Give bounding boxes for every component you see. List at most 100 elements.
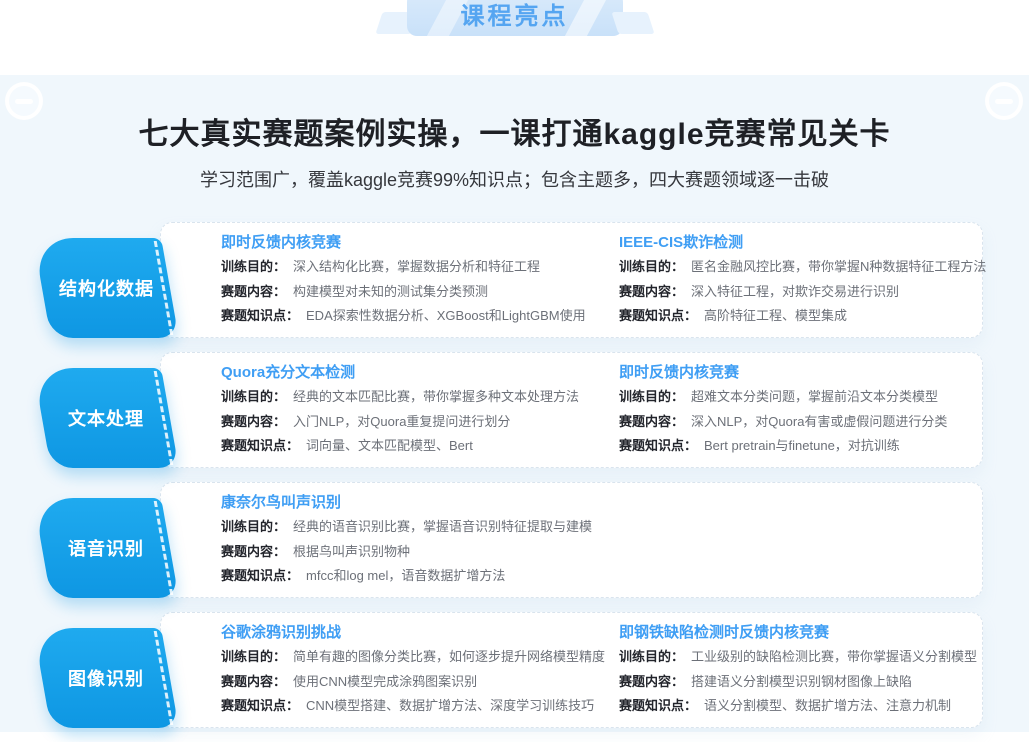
course-detail-line: 训练目的：经典的文本匹配比赛，带你掌握多种文本处理方法 bbox=[221, 385, 579, 410]
minus-circle-icon bbox=[5, 82, 43, 120]
course-card-column: Quora充分文本检测 训练目的：经典的文本匹配比赛，带你掌握多种文本处理方法 … bbox=[221, 362, 579, 459]
category-tag-label: 文本处理 bbox=[68, 405, 144, 431]
course-detail-line: 赛题知识点： Bert pretrain与finetune，对抗训练 bbox=[619, 434, 947, 459]
course-detail-line: 赛题内容： 搭建语义分割模型识别钢材图像上缺陷 bbox=[619, 670, 977, 695]
detail-value: 深入结构化比赛，掌握数据分析和特征工程 bbox=[293, 259, 540, 274]
course-detail-line: 赛题知识点： EDA探索性数据分析、XGBoost和LightGBM使用 bbox=[221, 304, 586, 329]
row-speech-recognition: 语音识别 康奈尔鸟叫声识别 训练目的：经典的语音识别比赛，掌握语音识别特征提取与… bbox=[0, 482, 1029, 598]
course-title-link[interactable]: 即钢铁缺陷检测时反馈内核竞赛 bbox=[619, 622, 977, 644]
course-detail-line: 训练目的： 简单有趣的图像分类比赛，如何逐步提升网络模型精度 bbox=[221, 645, 605, 670]
category-tag-structured-data: 结构化数据 bbox=[33, 238, 179, 338]
minus-icon bbox=[995, 99, 1013, 104]
course-title-link[interactable]: 即时反馈内核竞赛 bbox=[619, 362, 947, 384]
course-card-column: 即钢铁缺陷检测时反馈内核竞赛 训练目的： 工业级别的缺陷检测比赛，带你掌握语义分割… bbox=[619, 622, 977, 719]
course-title-link[interactable]: 谷歌涂鸦识别挑战 bbox=[221, 622, 605, 644]
category-tag-label: 图像识别 bbox=[68, 665, 144, 691]
detail-value: 语义分割模型、数据扩增方法、注意力机制 bbox=[704, 698, 951, 713]
detail-value: mfcc和log mel，语音数据扩增方法 bbox=[306, 568, 505, 583]
course-detail-line: 赛题内容： 使用CNN模型完成涂鸦图案识别 bbox=[221, 670, 605, 695]
course-card-column: IEEE-CIS欺诈检测 训练目的： 匿名金融风控比赛，带你掌握N种数据特征工程方… bbox=[619, 232, 986, 329]
detail-label: 赛题知识点： bbox=[221, 308, 299, 323]
page-title: 七大真实赛题案例实操，一课打通kaggle竞赛常见关卡 bbox=[0, 75, 1029, 153]
category-tag-speech-recognition: 语音识别 bbox=[33, 498, 179, 598]
row-structured-data: 结构化数据 即时反馈内核竞赛 训练目的： 深入结构化比赛，掌握数据分析和特征工程 … bbox=[0, 222, 1029, 338]
course-detail-line: 赛题内容： 构建模型对未知的测试集分类预测 bbox=[221, 280, 586, 305]
detail-label: 赛题知识点： bbox=[619, 308, 697, 323]
top-band: 课程亮点 bbox=[0, 0, 1029, 75]
course-detail-line: 赛题内容：入门NLP，对Quora重复提问进行划分 bbox=[221, 410, 579, 435]
detail-label: 赛题内容： bbox=[619, 674, 684, 689]
minus-icon bbox=[15, 99, 33, 104]
category-tag-label: 语音识别 bbox=[68, 535, 144, 561]
course-title-link[interactable]: 康奈尔鸟叫声识别 bbox=[221, 492, 592, 514]
course-detail-line: 赛题内容： 深入NLP，对Quora有害或虚假问题进行分类 bbox=[619, 410, 947, 435]
minus-circle-icon bbox=[985, 82, 1023, 120]
course-detail-line: 训练目的： 匿名金融风控比赛，带你掌握N种数据特征工程方法 bbox=[619, 255, 986, 280]
detail-label: 赛题知识点： bbox=[221, 568, 299, 583]
course-detail-line: 训练目的： 工业级别的缺陷检测比赛，带你掌握语义分割模型 bbox=[619, 645, 977, 670]
detail-label: 训练目的： bbox=[619, 259, 684, 274]
category-tag-label: 结构化数据 bbox=[59, 275, 154, 301]
course-title-link[interactable]: 即时反馈内核竞赛 bbox=[221, 232, 586, 254]
detail-value: 经典的文本匹配比赛，带你掌握多种文本处理方法 bbox=[293, 389, 579, 404]
course-card[interactable]: Quora充分文本检测 训练目的：经典的文本匹配比赛，带你掌握多种文本处理方法 … bbox=[160, 352, 983, 468]
section-title: 课程亮点 bbox=[461, 0, 569, 36]
detail-value: 根据鸟叫声识别物种 bbox=[293, 544, 410, 559]
section-ribbon: 课程亮点 bbox=[407, 0, 623, 36]
detail-label: 训练目的： bbox=[221, 649, 286, 664]
course-detail-line: 赛题知识点： 语义分割模型、数据扩增方法、注意力机制 bbox=[619, 694, 977, 719]
detail-value: 超难文本分类问题，掌握前沿文本分类模型 bbox=[691, 389, 938, 404]
detail-label: 训练目的： bbox=[221, 259, 286, 274]
course-card-column: 即时反馈内核竞赛 训练目的： 深入结构化比赛，掌握数据分析和特征工程 赛题内容： 构… bbox=[221, 232, 586, 329]
detail-value: 使用CNN模型完成涂鸦图案识别 bbox=[293, 674, 477, 689]
detail-label: 赛题知识点： bbox=[619, 698, 697, 713]
detail-label: 赛题知识点： bbox=[221, 698, 299, 713]
detail-value: 经典的语音识别比赛，掌握语音识别特征提取与建模 bbox=[293, 519, 592, 534]
detail-value: 简单有趣的图像分类比赛，如何逐步提升网络模型精度 bbox=[293, 649, 605, 664]
detail-value: 词向量、文本匹配模型、Bert bbox=[306, 438, 473, 453]
detail-value: CNN模型搭建、数据扩增方法、深度学习训练技巧 bbox=[306, 698, 594, 713]
course-card[interactable]: 即时反馈内核竞赛 训练目的： 深入结构化比赛，掌握数据分析和特征工程 赛题内容： 构… bbox=[160, 222, 983, 338]
detail-label: 赛题内容： bbox=[619, 284, 684, 299]
course-detail-line: 赛题内容： 根据鸟叫声识别物种 bbox=[221, 540, 592, 565]
detail-value: 深入NLP，对Quora有害或虚假问题进行分类 bbox=[691, 414, 947, 429]
course-detail-line: 赛题知识点： mfcc和log mel，语音数据扩增方法 bbox=[221, 564, 592, 589]
course-detail-line: 训练目的：经典的语音识别比赛，掌握语音识别特征提取与建模 bbox=[221, 515, 592, 540]
detail-label: 赛题内容： bbox=[221, 414, 286, 429]
course-rows: 结构化数据 即时反馈内核竞赛 训练目的： 深入结构化比赛，掌握数据分析和特征工程 … bbox=[0, 222, 1029, 742]
course-detail-line: 训练目的： 深入结构化比赛，掌握数据分析和特征工程 bbox=[221, 255, 586, 280]
detail-label: 赛题内容： bbox=[221, 674, 286, 689]
detail-value: Bert pretrain与finetune，对抗训练 bbox=[704, 438, 900, 453]
detail-value: 构建模型对未知的测试集分类预测 bbox=[293, 284, 488, 299]
detail-label: 训练目的： bbox=[619, 649, 684, 664]
detail-value: 搭建语义分割模型识别钢材图像上缺陷 bbox=[691, 674, 912, 689]
course-title-link[interactable]: IEEE-CIS欺诈检测 bbox=[619, 232, 986, 254]
course-card[interactable]: 康奈尔鸟叫声识别 训练目的：经典的语音识别比赛，掌握语音识别特征提取与建模 赛题… bbox=[160, 482, 983, 598]
detail-label: 赛题知识点： bbox=[221, 438, 299, 453]
detail-value: 工业级别的缺陷检测比赛，带你掌握语义分割模型 bbox=[691, 649, 977, 664]
detail-value: 高阶特征工程、模型集成 bbox=[704, 308, 847, 323]
course-detail-line: 训练目的： 超难文本分类问题，掌握前沿文本分类模型 bbox=[619, 385, 947, 410]
course-card-column: 康奈尔鸟叫声识别 训练目的：经典的语音识别比赛，掌握语音识别特征提取与建模 赛题… bbox=[221, 492, 592, 589]
category-tag-image-recognition: 图像识别 bbox=[33, 628, 179, 728]
course-detail-line: 赛题内容： 深入特征工程，对欺诈交易进行识别 bbox=[619, 280, 986, 305]
detail-label: 赛题内容： bbox=[619, 414, 684, 429]
row-image-recognition: 图像识别 谷歌涂鸦识别挑战 训练目的： 简单有趣的图像分类比赛，如何逐步提升网络模… bbox=[0, 612, 1029, 728]
course-title-link[interactable]: Quora充分文本检测 bbox=[221, 362, 579, 384]
detail-value: EDA探索性数据分析、XGBoost和LightGBM使用 bbox=[306, 308, 586, 323]
detail-label: 赛题内容： bbox=[221, 544, 286, 559]
detail-value: 深入特征工程，对欺诈交易进行识别 bbox=[691, 284, 899, 299]
ribbon-banner: 课程亮点 bbox=[407, 0, 623, 36]
detail-label: 赛题知识点： bbox=[619, 438, 697, 453]
category-tag-text-processing: 文本处理 bbox=[33, 368, 179, 468]
course-card[interactable]: 谷歌涂鸦识别挑战 训练目的： 简单有趣的图像分类比赛，如何逐步提升网络模型精度 赛… bbox=[160, 612, 983, 728]
detail-label: 赛题内容： bbox=[221, 284, 286, 299]
row-text-processing: 文本处理 Quora充分文本检测 训练目的：经典的文本匹配比赛，带你掌握多种文本… bbox=[0, 352, 1029, 468]
course-card-column: 谷歌涂鸦识别挑战 训练目的： 简单有趣的图像分类比赛，如何逐步提升网络模型精度 赛… bbox=[221, 622, 605, 719]
course-detail-line: 赛题知识点： 高阶特征工程、模型集成 bbox=[619, 304, 986, 329]
course-detail-line: 赛题知识点： CNN模型搭建、数据扩增方法、深度学习训练技巧 bbox=[221, 694, 605, 719]
detail-label: 训练目的： bbox=[619, 389, 684, 404]
course-detail-line: 赛题知识点： 词向量、文本匹配模型、Bert bbox=[221, 434, 579, 459]
detail-value: 匿名金融风控比赛，带你掌握N种数据特征工程方法 bbox=[691, 259, 986, 274]
page-subtitle: 学习范围广，覆盖kaggle竞赛99%知识点；包含主题多，四大赛题领域逐一击破 bbox=[0, 166, 1029, 192]
